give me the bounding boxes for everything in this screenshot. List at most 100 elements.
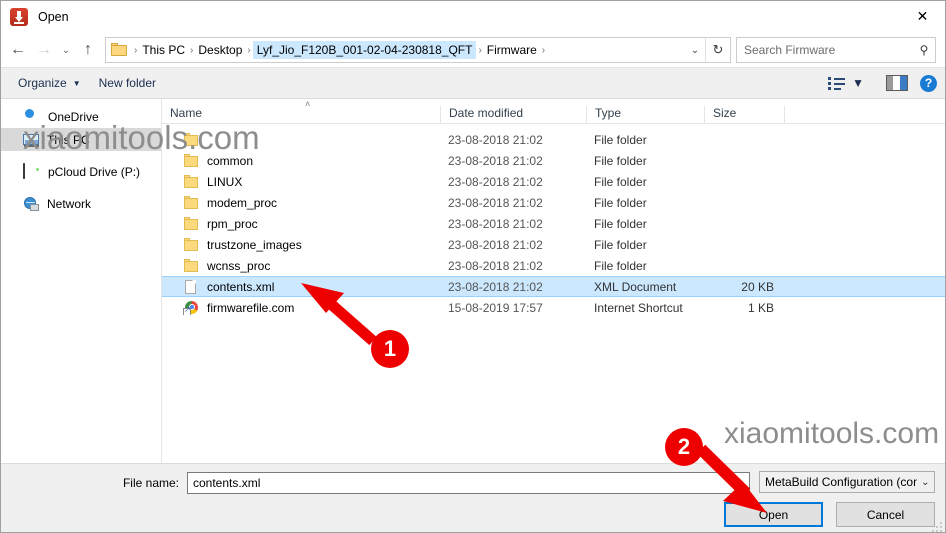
file-name-cell: common xyxy=(162,154,440,168)
column-header-size[interactable]: Size xyxy=(704,106,784,123)
file-date-cell: 23-08-2018 21:02 xyxy=(440,280,586,294)
file-name-cell: rpm_proc xyxy=(162,217,440,231)
sidebar-item-label: Network xyxy=(47,197,91,211)
breadcrumb[interactable]: › This PC › Desktop › Lyf_Jio_F120B_001-… xyxy=(105,37,731,63)
file-name-cell: wcnss_proc xyxy=(162,259,440,273)
command-bar: Organize ▼ New folder ▼ ? xyxy=(1,67,945,99)
this-pc-monitor-icon xyxy=(23,134,40,147)
file-type-cell: File folder xyxy=(586,238,704,252)
table-row[interactable]: rpm_proc 23-08-2018 21:02 File folder xyxy=(162,213,945,234)
organize-button[interactable]: Organize ▼ xyxy=(9,72,90,94)
column-header-name[interactable]: Name xyxy=(162,106,440,123)
recent-locations-icon[interactable]: ⌄ xyxy=(57,37,75,63)
search-box[interactable]: ⚲ xyxy=(736,37,936,63)
folder-icon xyxy=(184,238,199,252)
open-button[interactable]: Open xyxy=(724,502,823,527)
navigation-pane: OneDrive This PC pCloud Drive (P:) Netwo… xyxy=(1,99,162,463)
file-type-cell: XML Document xyxy=(586,280,704,294)
file-name-text: firmwarefile.com xyxy=(207,301,294,315)
file-date-cell: 23-08-2018 21:02 xyxy=(440,175,586,189)
search-icon[interactable]: ⚲ xyxy=(913,43,935,57)
file-size-cell: 20 KB xyxy=(704,280,784,294)
file-name-field[interactable] xyxy=(187,472,750,494)
table-row[interactable]: 23-08-2018 21:02 File folder xyxy=(162,129,945,150)
breadcrumb-separator: › xyxy=(540,45,547,56)
cancel-button[interactable]: Cancel xyxy=(836,502,935,527)
file-name-text: modem_proc xyxy=(207,196,277,210)
title-bar: Open ✕ xyxy=(1,1,945,33)
file-name-text: trustzone_images xyxy=(207,238,302,252)
chevron-down-icon[interactable]: ⌄ xyxy=(685,45,705,56)
column-header-spacer xyxy=(784,106,945,123)
dialog-footer: File name: MetaBuild Configuration (cont… xyxy=(1,464,945,533)
sidebar-item-pcloud-drive[interactable]: pCloud Drive (P:) xyxy=(1,160,161,183)
resize-grip[interactable] xyxy=(932,522,942,532)
folder-icon xyxy=(184,217,199,231)
table-row[interactable]: LINUX 23-08-2018 21:02 File folder xyxy=(162,171,945,192)
file-type-cell: Internet Shortcut xyxy=(586,301,704,315)
table-row[interactable]: trustzone_images 23-08-2018 21:02 File f… xyxy=(162,234,945,255)
file-name-text: wcnss_proc xyxy=(207,259,270,273)
breadcrumb-item-desktop[interactable]: Desktop xyxy=(195,43,245,57)
search-input[interactable] xyxy=(737,43,913,57)
sidebar-item-onedrive[interactable]: OneDrive xyxy=(1,105,161,128)
table-row[interactable]: common 23-08-2018 21:02 File folder xyxy=(162,150,945,171)
table-row[interactable]: wcnss_proc 23-08-2018 21:02 File folder xyxy=(162,255,945,276)
file-name-label: File name: xyxy=(1,476,187,490)
close-icon[interactable]: ✕ xyxy=(900,1,945,31)
file-date-cell: 23-08-2018 21:02 xyxy=(440,133,586,147)
file-date-cell: 23-08-2018 21:02 xyxy=(440,196,586,210)
sidebar-item-label: This PC xyxy=(47,133,90,147)
file-type-cell: File folder xyxy=(586,133,704,147)
preview-pane-icon[interactable] xyxy=(886,75,908,91)
file-name-text: LINUX xyxy=(207,175,242,189)
table-row-selected[interactable]: contents.xml 23-08-2018 21:02 XML Docume… xyxy=(162,276,945,297)
chevron-down-icon: ⌄ xyxy=(917,477,934,488)
back-icon[interactable]: ← xyxy=(5,37,31,63)
breadcrumb-item-firmware-package[interactable]: Lyf_Jio_F120B_001-02-04-230818_QFT xyxy=(253,41,477,59)
breadcrumb-item-this-pc[interactable]: This PC xyxy=(139,43,188,57)
column-header-type[interactable]: Type xyxy=(586,106,704,123)
breadcrumb-item-firmware[interactable]: Firmware xyxy=(484,43,540,57)
organize-label: Organize xyxy=(18,76,67,90)
window-title: Open xyxy=(38,10,69,24)
sidebar-item-network[interactable]: Network xyxy=(1,192,161,215)
annotation-badge-1: 1 xyxy=(371,330,409,368)
file-type-cell: File folder xyxy=(586,154,704,168)
open-file-dialog: Open ✕ ← → ⌄ ↑ › This PC › Desktop › Lyf… xyxy=(0,0,946,533)
up-icon[interactable]: ↑ xyxy=(75,37,101,63)
dialog-body: OneDrive This PC pCloud Drive (P:) Netwo… xyxy=(1,99,945,464)
table-row[interactable]: modem_proc 23-08-2018 21:02 File folder xyxy=(162,192,945,213)
folder-icon xyxy=(111,43,128,57)
folder-icon xyxy=(184,133,199,147)
file-rows: 23-08-2018 21:02 File folder common 23-0… xyxy=(162,124,945,318)
column-header-date-modified[interactable]: Date modified xyxy=(440,106,586,123)
file-name-cell: firmwarefile.com xyxy=(162,301,440,315)
file-list-pane: Name Date modified Type Size ˄ 23-08-201… xyxy=(162,99,945,463)
file-date-cell: 23-08-2018 21:02 xyxy=(440,259,586,273)
drive-icon xyxy=(23,164,41,180)
file-name-text: common xyxy=(207,154,253,168)
file-name-input[interactable] xyxy=(188,474,749,492)
address-bar: ← → ⌄ ↑ › This PC › Desktop › Lyf_Jio_F1… xyxy=(1,33,945,67)
file-type-cell: File folder xyxy=(586,196,704,210)
sidebar-item-this-pc[interactable]: This PC xyxy=(1,128,161,151)
view-options-caret[interactable]: ▼ xyxy=(850,72,874,94)
file-type-dropdown[interactable]: MetaBuild Configuration (cont ⌄ xyxy=(759,471,935,493)
annotation-badge-2: 2 xyxy=(665,428,703,466)
sidebar-item-label: pCloud Drive (P:) xyxy=(48,165,140,179)
file-type-cell: File folder xyxy=(586,259,704,273)
refresh-icon[interactable]: ↻ xyxy=(705,38,730,62)
dialog-buttons: Open Cancel xyxy=(724,502,935,527)
folder-icon xyxy=(184,259,199,273)
breadcrumb-separator: › xyxy=(188,45,195,56)
file-name-cell: LINUX xyxy=(162,175,440,189)
onedrive-cloud-icon xyxy=(23,109,41,125)
table-row[interactable]: firmwarefile.com 15-08-2019 17:57 Intern… xyxy=(162,297,945,318)
file-date-cell: 15-08-2019 17:57 xyxy=(440,301,586,315)
help-icon[interactable]: ? xyxy=(920,75,937,92)
network-globe-icon xyxy=(23,197,40,212)
new-folder-button[interactable]: New folder xyxy=(90,72,165,94)
file-date-cell: 23-08-2018 21:02 xyxy=(440,154,586,168)
view-list-icon[interactable] xyxy=(826,74,848,92)
